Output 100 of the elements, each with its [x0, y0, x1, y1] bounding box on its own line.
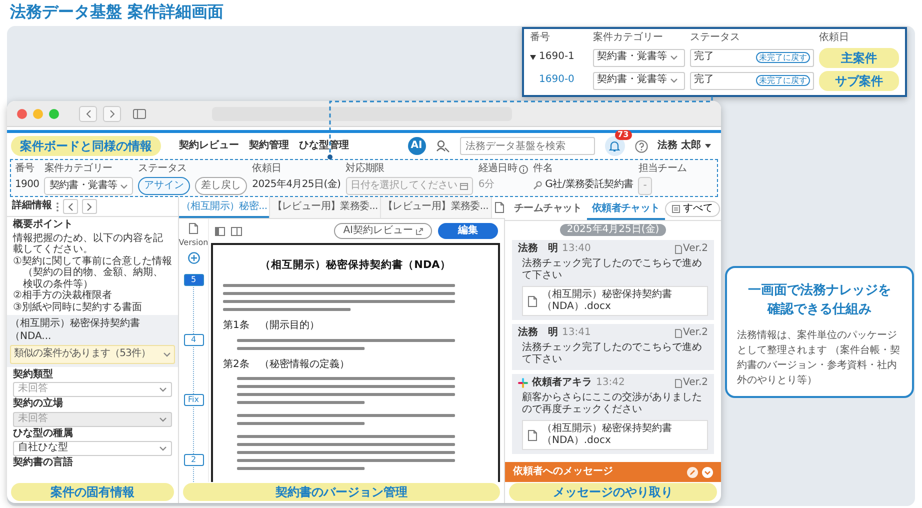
article-heading: 第2条 （秘密情報の定義） [223, 358, 350, 372]
document-tab[interactable]: 【レビュー用】業務委... [380, 197, 492, 218]
chevron-right-icon [87, 202, 92, 210]
close-button[interactable] [17, 108, 27, 118]
version-marker[interactable]: 2 [184, 454, 204, 466]
pinwheel-icon [518, 378, 528, 388]
reopen-button[interactable]: 未完了に戻す [756, 52, 810, 64]
field-value: 6分 [478, 178, 494, 192]
document-icon [675, 328, 682, 338]
message-time: 13:42 [596, 377, 625, 389]
field-label: 件名 [533, 162, 553, 176]
user-search-icon[interactable] [436, 139, 450, 153]
file-icon [528, 296, 537, 306]
category-select[interactable]: 契約書・覚書等 [593, 72, 685, 90]
author-name: 法務 明 [518, 243, 558, 255]
field-label: 契約類型 [13, 368, 54, 381]
callout-label: 契約書のバージョン管理 [183, 483, 500, 501]
message-text: 法務チェック完了したのでこちらで進めて下さい [521, 342, 703, 366]
similar-cases-alert[interactable]: 類似の案件があります（53件） [10, 345, 175, 364]
author-name: 依頼者アキラ [532, 377, 592, 389]
user-menu[interactable]: 法務 太郎 [658, 140, 711, 152]
reopen-button[interactable]: 未完了に戻す [756, 74, 810, 86]
explanation-title: 一画面で法務ナレッジを 確認できる仕組み [747, 282, 892, 319]
panel-title: 詳細情報 [12, 200, 52, 213]
version-tag: Ver.2 [683, 243, 708, 255]
caret-icon[interactable] [530, 55, 536, 60]
next-button[interactable] [82, 199, 97, 214]
chat-tab[interactable]: 依頼者チャット [586, 197, 665, 220]
explanation-text: 法務情報は、案件単位のパッケージとして整理されます （案件台帳・契約書のバージョン・参考資料・社内外のやりとり等） [737, 328, 902, 388]
summary-text: ②相手方の決裁権限者 [13, 290, 113, 302]
status-button[interactable]: アサイン [138, 177, 190, 195]
panel-left-icon[interactable] [215, 226, 225, 236]
sidebar-toggle-icon[interactable] [133, 108, 146, 118]
external-link-icon [416, 228, 423, 234]
summary-text: ③別紙や同時に契約する書面 [13, 302, 143, 313]
version-marker[interactable]: 5 [184, 274, 204, 286]
message-time: 13:40 [562, 243, 591, 255]
case-number-link[interactable]: 1690-0 [539, 74, 574, 87]
previous-button[interactable] [63, 199, 78, 214]
search-field[interactable]: 法務データ基盤を検索 [460, 137, 595, 155]
help-icon[interactable] [634, 140, 648, 152]
select-field[interactable]: 自社ひな型 [13, 441, 172, 456]
nav-link[interactable]: 契約管理 [249, 140, 289, 152]
field-label: 番号 [15, 162, 34, 176]
file-icon [495, 202, 504, 213]
category-select[interactable]: 契約書・覚書等 [593, 48, 685, 66]
message-text: 法務チェック完了したのでこちらで進めて下さい [521, 258, 703, 282]
panel-right-icon[interactable] [231, 226, 242, 236]
version-marker[interactable]: Fix [184, 394, 204, 406]
filter-button[interactable]: すべて [664, 200, 720, 216]
status-value: 完了 [694, 74, 714, 87]
chevron-left-icon [68, 202, 73, 210]
composer-title: 依頼者へのメッセージ [513, 466, 613, 478]
more-icon[interactable] [56, 202, 59, 212]
file-icon [528, 430, 537, 440]
category-select[interactable]: 契約書・覚書等 [44, 177, 134, 195]
field-label: 担当チーム [638, 162, 687, 176]
bell-icon[interactable] [609, 140, 620, 152]
document-icon [675, 244, 682, 254]
page-title: 法務データ基盤 案件詳細画面 [9, 1, 225, 23]
edit-icon[interactable] [687, 466, 698, 478]
message-text: 顧客からさらにここの交渉がありましたので再度チェックください [521, 392, 703, 416]
callout-label: メッセージのやり取り [509, 483, 717, 501]
document-tab[interactable]: 【レビュー用】業務委... [270, 197, 381, 218]
column-header: ステータス [690, 32, 741, 44]
callout-label: 案件ボードと同様の情報 [11, 136, 161, 156]
field-label: ひな型の種属 [13, 428, 74, 440]
summary-text: ①契約に関して事前に合意した情報（契約の目的物、金額、納期、検収の条件等） [13, 256, 172, 290]
chevron-down-icon [120, 182, 128, 190]
article-heading: 第1条 （開示目的） [223, 320, 320, 333]
callout-label: 案件の固有情報 [11, 483, 174, 501]
edit-button[interactable]: 編集 [438, 223, 498, 239]
status-button[interactable]: 差し戻し [195, 177, 248, 195]
collapse-button[interactable] [702, 466, 713, 478]
chat-tab[interactable]: チームチャット [509, 197, 587, 220]
attachment-file[interactable]: （相互開示）秘密保持契約書（NDA）.docx [522, 420, 708, 450]
info-icon [519, 164, 528, 174]
document-tab[interactable]: （相互開示）秘密... [179, 197, 270, 218]
contract-title: （相互開示）秘密保持契約書（NDA... [10, 318, 141, 343]
chevron-down-icon [159, 416, 167, 422]
version-tag: Ver.2 [683, 377, 708, 389]
ai-review-button[interactable]: AI契約レビュー [334, 223, 432, 239]
back-button[interactable] [79, 106, 97, 122]
nav-link[interactable]: 契約レビュー [179, 140, 239, 152]
add-version-button[interactable] [188, 252, 200, 264]
document-icon [675, 378, 682, 388]
case-tag: 主案件 [819, 48, 899, 68]
list-icon [672, 204, 680, 212]
field-label: 経過日時 [478, 162, 518, 176]
version-marker[interactable]: 4 [184, 334, 204, 346]
subject-link[interactable]: G社/業務委託契約書 [545, 178, 634, 192]
caret-icon [705, 144, 711, 148]
section-label: 概要ポイント [13, 219, 74, 230]
version-tag: Ver.2 [683, 327, 708, 339]
ai-button[interactable]: AI [408, 137, 426, 155]
chevron-down-icon [163, 350, 171, 358]
forward-button[interactable] [103, 106, 121, 122]
attachment-file[interactable]: （相互開示）秘密保持契約書（NDA）.docx [522, 286, 708, 316]
author-name: 法務 明 [518, 327, 558, 339]
column-header: 依頼日 [819, 32, 850, 44]
